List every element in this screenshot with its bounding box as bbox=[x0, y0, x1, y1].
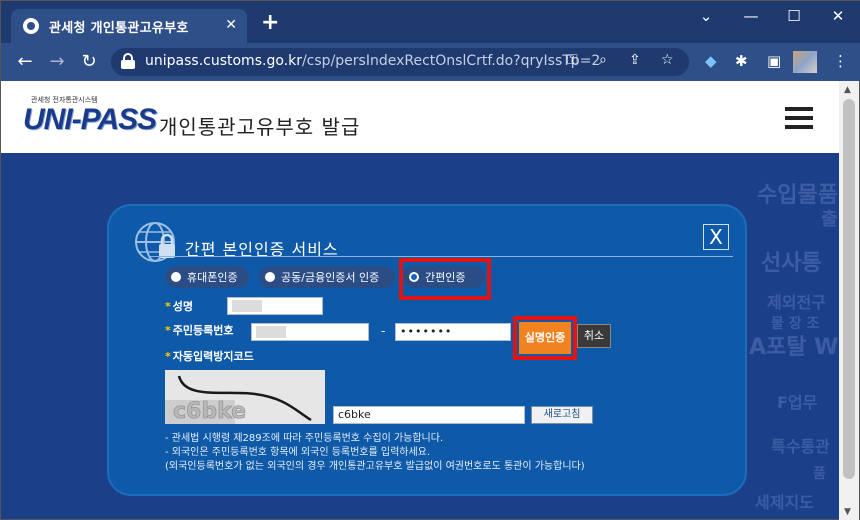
auth-modal: 간편 본인인증 서비스 X 휴대폰인증 공동/금융인증서 인증 간편인증 * 성명… bbox=[107, 204, 747, 496]
redacted-value bbox=[232, 300, 262, 312]
key-icon[interactable]: ⚿ bbox=[567, 52, 578, 68]
puzzle-icon[interactable]: ✱ bbox=[735, 52, 748, 70]
notice-line: (외국인등록번호가 없는 외국인의 경우 개인통관고유부호 발급없이 여권번호로… bbox=[165, 461, 585, 472]
scrollbar[interactable]: ▲ ▼ bbox=[839, 81, 859, 520]
redacted-value bbox=[256, 326, 286, 338]
site-header: 관세청 전자통관시스템 UNI-PASS 개인통관고유부호 발급 bbox=[1, 81, 839, 153]
share-icon[interactable]: ⇪ bbox=[629, 52, 641, 68]
globe-lock-icon bbox=[135, 222, 175, 262]
bg-word: 특수통관 bbox=[771, 437, 830, 456]
rrn-front-field[interactable] bbox=[251, 323, 369, 341]
captcha-input[interactable]: c6bke bbox=[333, 406, 525, 424]
notice-line: - 관세법 시행령 제289조에 따라 주민등록번호 수집이 가능합니다. bbox=[165, 433, 444, 444]
rrn-label: * 주민등록번호 bbox=[165, 324, 234, 337]
bg-word: 출 bbox=[821, 209, 838, 230]
address-bar[interactable]: unipass.customs.go.kr/csp/persIndexRectO… bbox=[111, 48, 689, 76]
name-label: * 성명 bbox=[165, 300, 194, 313]
browser-tab-bar: 관세청 개인통관고유부호 ✕ + ⌄ — ☐ ✕ bbox=[1, 1, 860, 43]
radio-label: 휴대폰인증 bbox=[187, 271, 238, 284]
bg-word: 세제지도 bbox=[755, 493, 814, 512]
notice-line: - 외국인은 주민등록번호 항목에 외국인 등록번호를 입력하세요. bbox=[165, 447, 431, 458]
bg-word: 품 bbox=[813, 466, 826, 482]
browser-tab[interactable]: 관세청 개인통관고유부호 ✕ bbox=[11, 9, 247, 43]
zoom-icon[interactable]: ⌕ bbox=[599, 52, 607, 68]
radio-phone-auth[interactable]: 휴대폰인증 bbox=[165, 266, 249, 288]
radio-button[interactable] bbox=[265, 272, 275, 282]
close-button[interactable]: X bbox=[703, 224, 729, 250]
radio-certificate-auth[interactable]: 공동/금융인증서 인증 bbox=[259, 266, 395, 288]
scrollbar-thumb[interactable] bbox=[843, 99, 855, 479]
captcha-label: * 자동입력방지코드 bbox=[165, 350, 254, 363]
radio-button[interactable] bbox=[171, 272, 181, 282]
refresh-button[interactable]: 새로고침 bbox=[531, 406, 593, 424]
more-vertical-icon[interactable]: ⋮ bbox=[833, 52, 848, 70]
bg-word: F업무 bbox=[777, 393, 818, 412]
forward-arrow-icon[interactable]: → bbox=[45, 51, 69, 72]
chevron-down-icon[interactable]: ⌄ bbox=[691, 7, 721, 25]
browser-toolbar: ← → ↻ unipass.customs.go.kr/csp/persInde… bbox=[1, 43, 860, 81]
plus-icon[interactable]: + bbox=[261, 10, 279, 35]
star-icon[interactable]: ☆ bbox=[661, 52, 674, 68]
close-icon[interactable]: ✕ bbox=[225, 17, 237, 33]
divider bbox=[149, 256, 733, 257]
scroll-up-icon[interactable]: ▲ bbox=[844, 85, 851, 95]
captcha-image: c6bke bbox=[165, 370, 325, 424]
bg-word: 선사통 bbox=[761, 251, 822, 276]
minimize-icon[interactable]: — bbox=[736, 7, 766, 25]
reload-icon[interactable]: ↻ bbox=[77, 51, 101, 72]
unipass-logo[interactable]: UNI-PASS bbox=[23, 103, 157, 137]
avatar[interactable] bbox=[793, 51, 817, 73]
lock-icon[interactable] bbox=[121, 53, 135, 69]
highlight-box bbox=[513, 316, 577, 360]
background-content: 수입물품 출 선사통 제외전구 물 장 조 A포탈 W F업무 특수통관 품 세… bbox=[731, 153, 839, 520]
hamburger-menu-icon[interactable] bbox=[785, 107, 813, 131]
url-text[interactable]: unipass.customs.go.kr/csp/persIndexRectO… bbox=[145, 53, 600, 69]
scroll-down-icon[interactable]: ▼ bbox=[844, 507, 851, 517]
svg-text:c6bke: c6bke bbox=[173, 399, 246, 424]
highlight-box bbox=[399, 258, 491, 300]
rrn-separator: - bbox=[381, 324, 386, 338]
radio-label: 공동/금융인증서 인증 bbox=[281, 271, 380, 284]
rrn-back-field[interactable]: ••••••• bbox=[395, 323, 511, 341]
notice-text: - 관세법 시행령 제289조에 따라 주민등록번호 수집이 가능합니다. - … bbox=[165, 432, 585, 474]
page-title: 개인통관고유부호 발급 bbox=[159, 115, 361, 139]
bg-word: A포탈 W bbox=[749, 335, 839, 360]
bg-word: 제외전구 bbox=[767, 293, 826, 312]
maximize-icon[interactable]: ☐ bbox=[779, 7, 809, 25]
name-field[interactable] bbox=[227, 297, 323, 315]
extension-diamond-icon[interactable]: ◆ bbox=[705, 52, 717, 70]
close-window-icon[interactable]: ✕ bbox=[823, 7, 853, 25]
back-arrow-icon[interactable]: ← bbox=[13, 51, 37, 72]
globe-icon bbox=[23, 18, 39, 34]
cancel-button[interactable]: 취소 bbox=[577, 324, 611, 348]
tab-title: 관세청 개인통관고유부호 bbox=[49, 20, 189, 36]
side-panel-icon[interactable]: ▣ bbox=[767, 52, 781, 70]
